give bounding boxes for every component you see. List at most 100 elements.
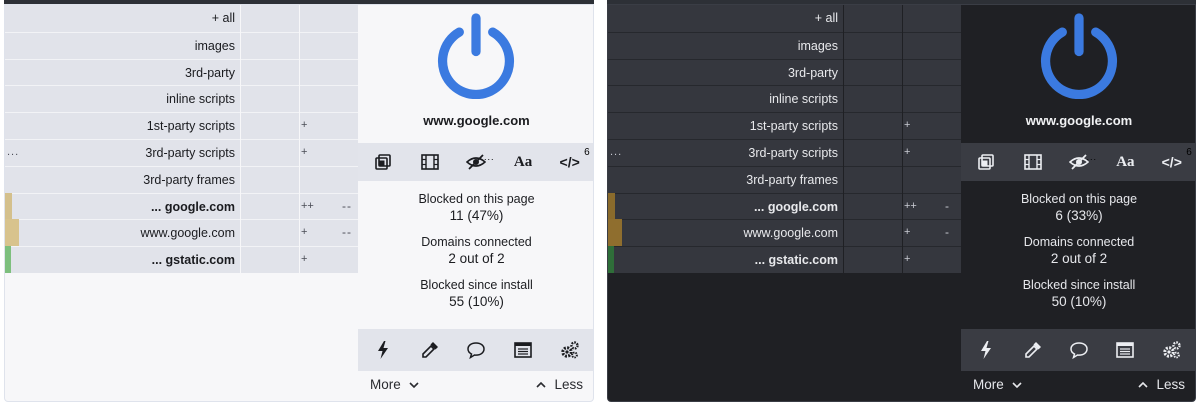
chevron-down-icon (409, 381, 419, 388)
popup-block-toggle[interactable] (968, 147, 1004, 177)
local-rule-cell[interactable] (241, 219, 299, 247)
popup-block-toggle[interactable] (365, 147, 401, 177)
firewall-row-label[interactable]: ... gstatic.com (608, 246, 843, 273)
local-rule-cell[interactable] (241, 165, 299, 193)
local-rule-cell[interactable] (241, 192, 299, 220)
javascript-icon: </> (559, 154, 580, 170)
more-button[interactable]: More (973, 377, 1022, 392)
local-rule-cell[interactable] (241, 58, 299, 86)
media-toggle[interactable] (1015, 147, 1051, 177)
power-switch-icon[interactable] (1035, 11, 1123, 99)
chevron-down-icon (1012, 381, 1022, 388)
dashboard-gears-button[interactable] (1154, 335, 1190, 365)
blocked-count-mark: -- (342, 198, 352, 213)
local-rule-cell[interactable] (844, 85, 902, 113)
global-rule-cell[interactable] (300, 5, 358, 32)
firewall-row-label[interactable]: images (608, 31, 843, 59)
element-picker-button[interactable] (412, 335, 448, 365)
local-rule-cell[interactable] (844, 58, 902, 86)
firewall-row: 3rd-party (608, 58, 961, 86)
local-rule-cell[interactable] (844, 219, 902, 247)
global-rule-cell[interactable] (903, 165, 961, 193)
local-rule-cell[interactable] (241, 138, 299, 166)
firewall-row-label[interactable]: ... google.com (5, 192, 240, 220)
global-rule-cell[interactable] (300, 85, 358, 113)
global-rule-cell[interactable] (300, 165, 358, 193)
logger-button[interactable] (505, 335, 541, 365)
ublock-popup-dark: + all images 3rd-party inline scripts 1st-pa… (607, 4, 1196, 402)
global-rule-cell[interactable] (903, 219, 961, 247)
local-rule-cell[interactable] (844, 138, 902, 166)
firewall-row-label[interactable]: 3rd-party frames (608, 165, 843, 193)
popup-block-icon (976, 152, 996, 172)
firewall-row-label[interactable]: images (5, 31, 240, 59)
report-button[interactable] (458, 335, 494, 365)
cosmetic-filter-toggle[interactable]: ... (458, 147, 494, 177)
firewall-row-label[interactable]: inline scripts (608, 85, 843, 113)
more-button[interactable]: More (370, 377, 419, 392)
global-rule-cell[interactable] (300, 112, 358, 139)
allowed-count-mark: + (301, 145, 308, 158)
local-rule-cell[interactable] (844, 5, 902, 32)
firewall-row-label[interactable]: 3rd-party (608, 58, 843, 86)
firewall-row-label[interactable]: ... google.com (608, 192, 843, 220)
global-rule-cell[interactable] (903, 5, 961, 32)
global-rule-cell[interactable] (300, 138, 358, 166)
local-rule-cell[interactable] (844, 165, 902, 193)
firewall-row: www.google.com + - (608, 219, 961, 247)
firewall-row-label[interactable]: 3rd-party scripts (608, 138, 843, 166)
firewall-row-label[interactable]: www.google.com (608, 219, 843, 247)
local-rule-cell[interactable] (241, 5, 299, 32)
firewall-row: ... gstatic.com + (608, 246, 961, 273)
local-rule-cell[interactable] (844, 192, 902, 220)
firewall-row-label[interactable]: 1st-party scripts (5, 112, 240, 139)
statistics-block: Blocked on this page 11 (47%) Domains conn… (358, 191, 593, 320)
element-picker-button[interactable] (1015, 335, 1051, 365)
firewall-row-label[interactable]: ... gstatic.com (5, 246, 240, 273)
allowed-count-mark: + (301, 253, 308, 266)
less-button[interactable]: Less (1138, 377, 1185, 392)
local-rule-cell[interactable] (844, 31, 902, 59)
global-rule-cell[interactable] (903, 85, 961, 113)
local-rule-cell[interactable] (241, 112, 299, 139)
remote-font-toggle[interactable]: Aa (1107, 147, 1143, 177)
global-rule-cell[interactable] (300, 58, 358, 86)
global-rule-cell[interactable] (300, 246, 358, 273)
row-overflow-dots: ... (610, 145, 623, 158)
firewall-row-label[interactable]: www.google.com (5, 219, 240, 247)
logger-button[interactable] (1107, 335, 1143, 365)
cosmetic-count-dots: ... (1086, 152, 1097, 162)
global-rule-cell[interactable] (903, 31, 961, 59)
firewall-row-label[interactable]: 3rd-party (5, 58, 240, 86)
popup-main-pane: www.google.com ... Aa </> 6 Blocked on this… (961, 5, 1195, 401)
cosmetic-filter-toggle[interactable]: ... (1061, 147, 1097, 177)
firewall-row-label[interactable]: 1st-party scripts (608, 112, 843, 139)
stat-label: Blocked on this page (1020, 192, 1138, 206)
local-rule-cell[interactable] (241, 246, 299, 273)
local-rule-cell[interactable] (241, 31, 299, 59)
firewall-row-label[interactable]: 3rd-party scripts (5, 138, 240, 166)
global-rule-cell[interactable] (300, 31, 358, 59)
firewall-row-label[interactable]: 3rd-party frames (5, 165, 240, 193)
less-button[interactable]: Less (536, 377, 583, 392)
firewall-row-label[interactable]: + all (608, 5, 843, 32)
power-switch-icon[interactable] (432, 11, 520, 99)
javascript-toggle[interactable]: </> 6 (552, 147, 590, 177)
media-toggle[interactable] (412, 147, 448, 177)
remote-font-toggle[interactable]: Aa (505, 147, 541, 177)
global-rule-cell[interactable] (903, 58, 961, 86)
global-rule-cell[interactable] (903, 112, 961, 139)
dashboard-gears-button[interactable] (552, 335, 588, 365)
local-rule-cell[interactable] (844, 246, 902, 273)
global-rule-cell[interactable] (903, 246, 961, 273)
firewall-row-label[interactable]: inline scripts (5, 85, 240, 113)
zapper-button[interactable] (968, 335, 1004, 365)
javascript-toggle[interactable]: </> 6 (1154, 147, 1192, 177)
local-rule-cell[interactable] (844, 112, 902, 139)
global-rule-cell[interactable] (903, 138, 961, 166)
zapper-button[interactable] (365, 335, 401, 365)
local-rule-cell[interactable] (241, 85, 299, 113)
firewall-row: ... google.com ++ - (608, 192, 961, 220)
firewall-row-label[interactable]: + all (5, 5, 240, 32)
report-button[interactable] (1061, 335, 1097, 365)
